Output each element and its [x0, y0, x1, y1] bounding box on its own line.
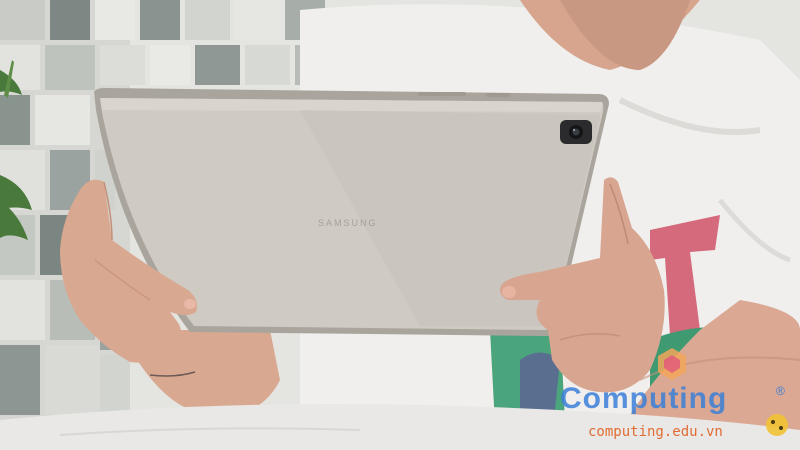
power-button	[486, 93, 510, 97]
photo-scene: SAMSUNG Computing ® computing.edu.vn	[0, 0, 800, 450]
watermark-name: Computing	[560, 382, 728, 415]
camera-lens-icon	[560, 120, 592, 144]
volume-button	[418, 92, 466, 96]
watermark-registered: ®	[776, 384, 785, 398]
watermark-url: computing.edu.vn	[588, 424, 723, 440]
registered-mark-icon	[766, 414, 788, 436]
tablet-brand-label: SAMSUNG	[318, 218, 378, 228]
